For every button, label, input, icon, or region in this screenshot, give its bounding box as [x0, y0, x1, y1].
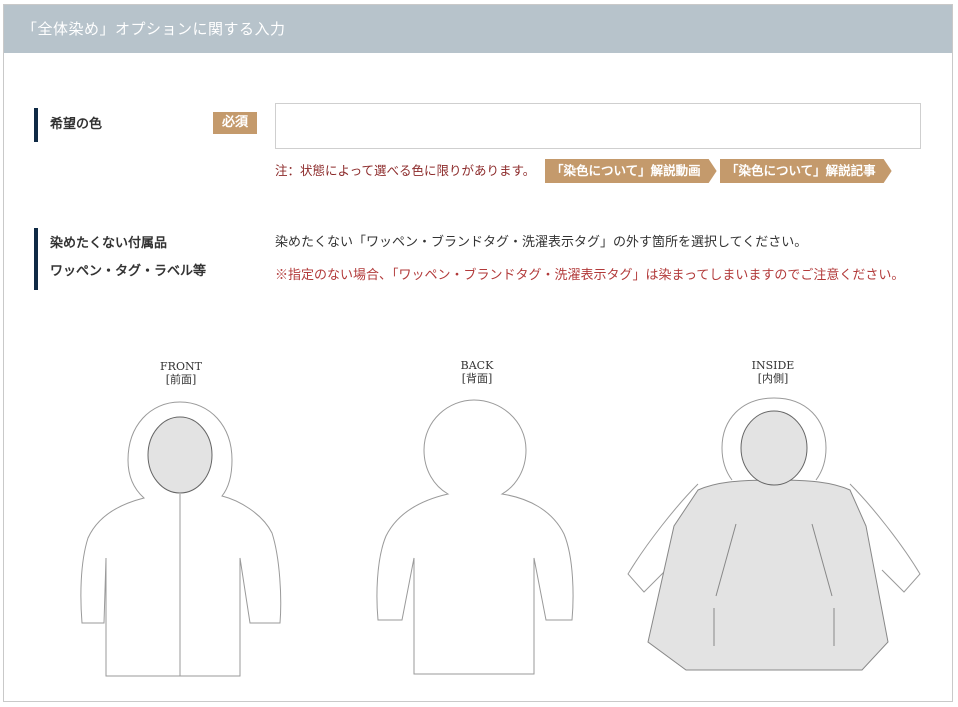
inside-lining-area[interactable]	[647, 479, 889, 671]
inside-caption-name: INSIDE	[751, 359, 795, 372]
color-label: 希望の色	[34, 108, 102, 142]
required-badge: 必須	[213, 112, 257, 134]
front-caption-name: FRONT	[160, 360, 202, 373]
panel-title: 「全体染め」オプションに関する入力	[22, 20, 286, 38]
inside-hoodie-diagram	[627, 397, 921, 671]
accessory-description: 染めたくない「ワッペン・ブランドタグ・洗濯表示タグ」の外す箇所を選択してください…	[275, 235, 808, 250]
back-caption-sub: [背面]	[461, 372, 493, 385]
panel-header: 「全体染め」オプションに関する入力	[4, 5, 952, 53]
inside-caption: INSIDE [内側]	[713, 359, 833, 385]
back-body-outline[interactable]	[376, 399, 574, 675]
accessory-label: 染めたくない付属品 ワッペン・タグ・ラベル等	[34, 228, 206, 290]
front-caption: FRONT [前面]	[121, 360, 241, 386]
back-caption: BACK [背面]	[417, 359, 537, 385]
back-hoodie-diagram	[376, 399, 574, 675]
color-label-text: 希望の色	[50, 117, 103, 132]
front-hood-area[interactable]	[147, 416, 213, 494]
dye-video-button[interactable]: 「染色について」解説動画	[545, 159, 717, 183]
front-hoodie-diagram	[80, 401, 282, 677]
accessory-warning: ※指定のない場合、「ワッペン・ブランドタグ・洗濯表示タグ」は染まってしまいますの…	[275, 268, 905, 283]
inside-hood-area[interactable]	[740, 410, 808, 486]
accessory-label-line1: 染めたくない付属品	[50, 236, 168, 251]
front-caption-sub: [前面]	[165, 373, 197, 386]
dye-article-button[interactable]: 「染色について」解説記事	[720, 159, 892, 183]
inside-caption-sub: [内側]	[757, 372, 789, 385]
accessory-label-line2: ワッペン・タグ・ラベル等	[50, 264, 207, 279]
back-caption-name: BACK	[460, 359, 494, 372]
color-note: 注：状態によって選べる色に限りがあります。	[275, 163, 536, 178]
color-input[interactable]	[275, 103, 921, 149]
